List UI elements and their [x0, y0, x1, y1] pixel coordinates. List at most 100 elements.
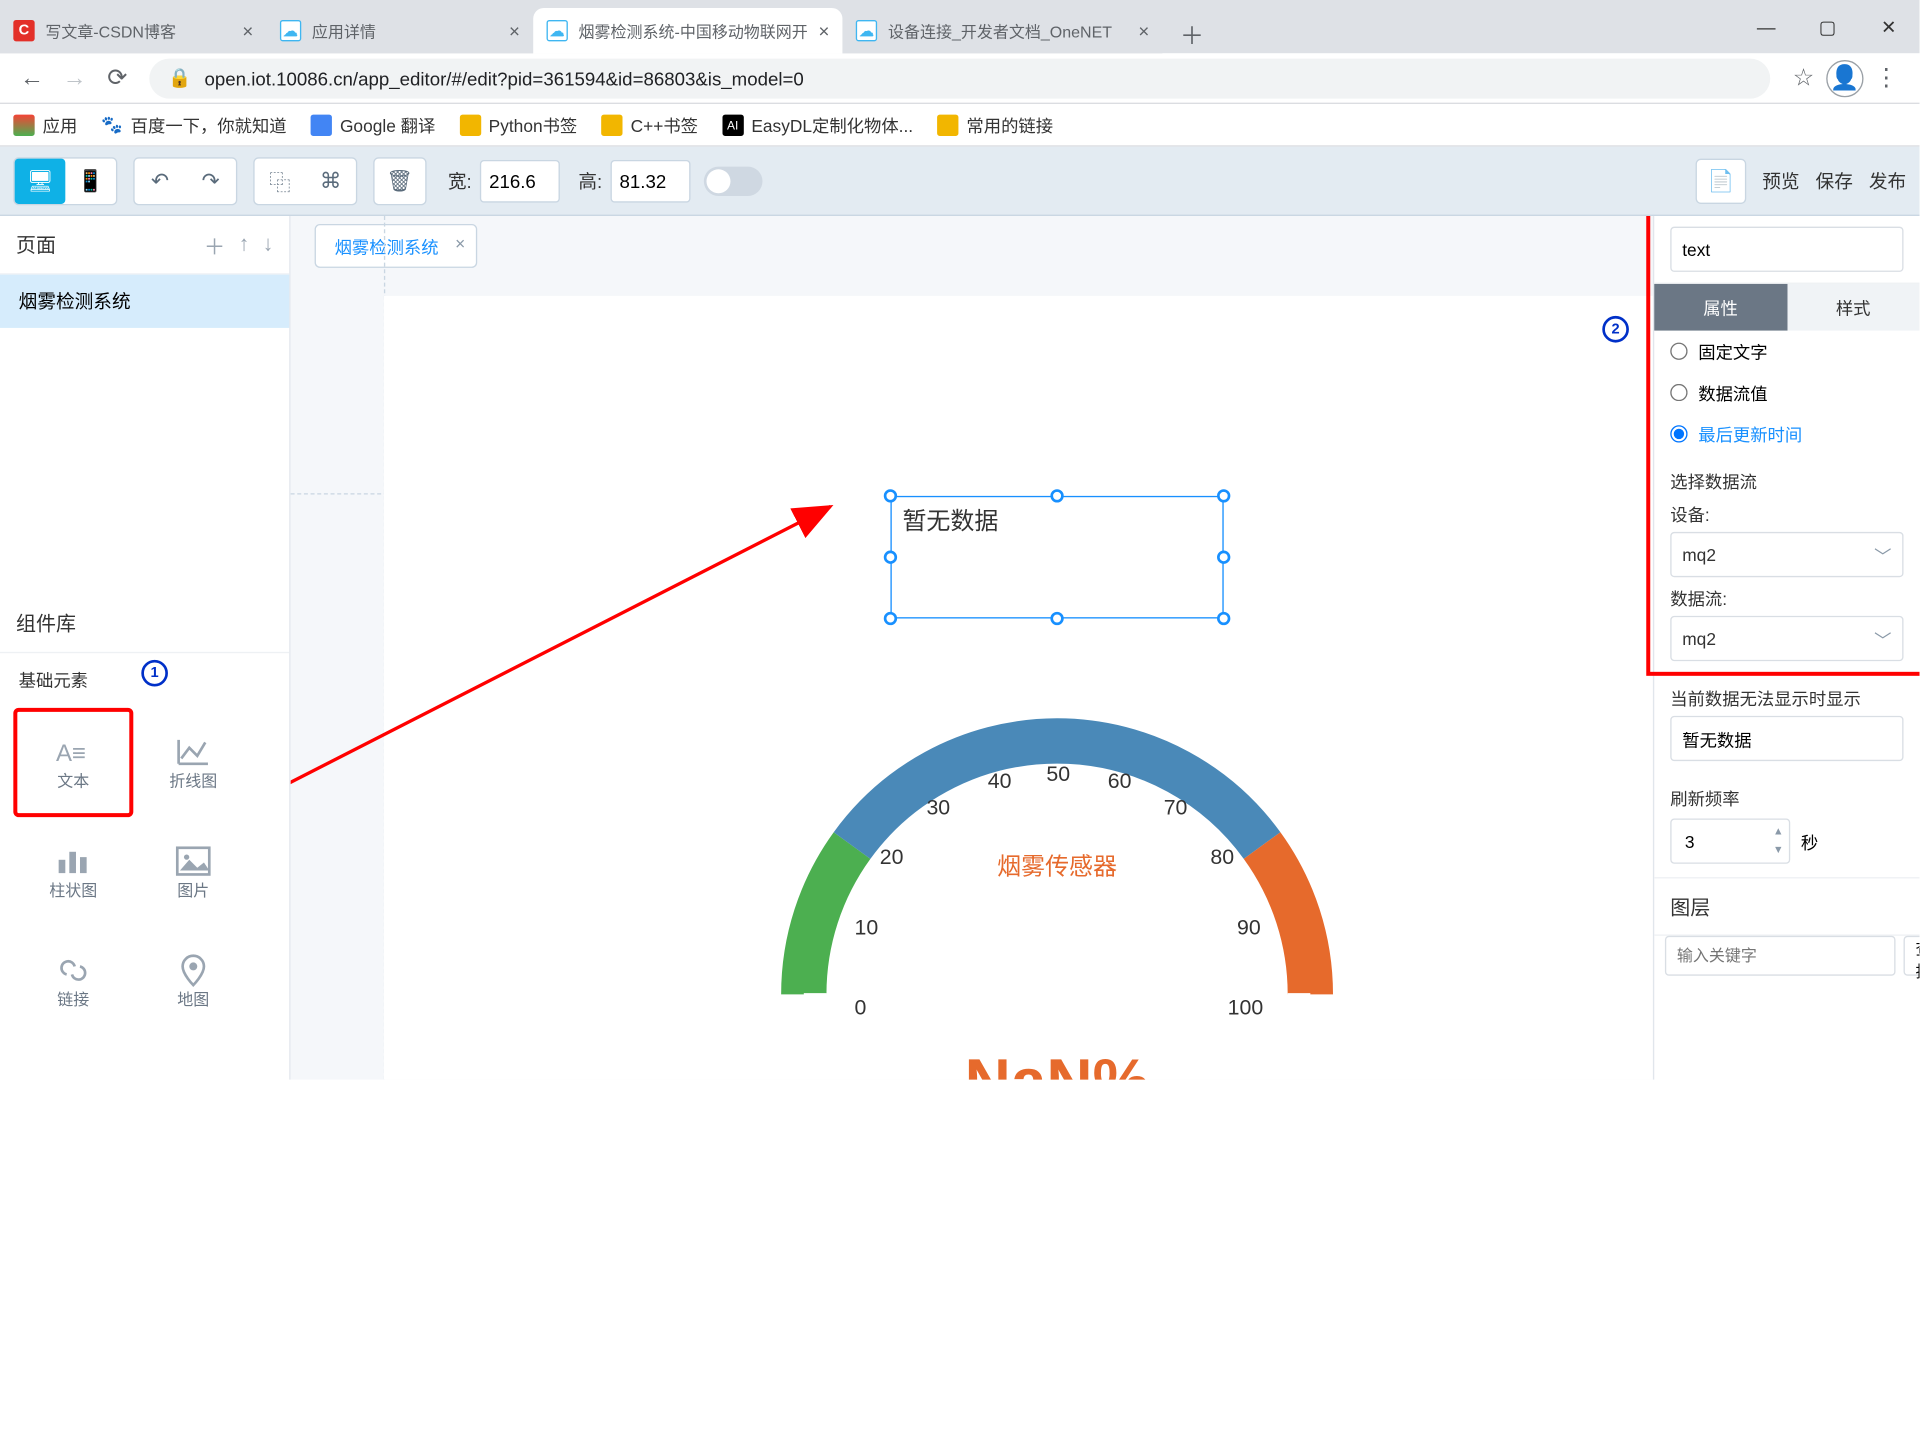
map-icon — [173, 952, 213, 987]
component-link[interactable]: 链接 — [13, 926, 133, 1035]
radio-stream-value[interactable]: 数据流值 — [1654, 372, 1919, 413]
step-down-icon[interactable]: ▼ — [1773, 841, 1784, 860]
minimize-button[interactable]: — — [1736, 0, 1797, 53]
close-icon[interactable]: × — [455, 233, 465, 253]
chevron-down-icon: ﹀ — [1874, 542, 1891, 567]
url-field[interactable]: 🔒 open.iot.10086.cn/app_editor/#/edit?pi… — [149, 58, 1770, 98]
reload-button[interactable]: ⟳ — [96, 59, 139, 96]
forward-button[interactable]: → — [53, 59, 96, 96]
tab-csdn[interactable]: C 写文章-CSDN博客 × — [0, 8, 267, 53]
radio-label: 最后更新时间 — [1698, 421, 1802, 446]
gauge-svg: 0 10 20 30 40 50 60 70 80 90 100 — [770, 674, 1343, 1047]
resize-handle[interactable] — [1217, 489, 1230, 502]
close-icon[interactable]: × — [242, 20, 253, 41]
bookmark-python[interactable]: Python书签 — [459, 112, 577, 137]
tab-onenet-docs[interactable]: ☁ 设备连接_开发者文档_OneNET × — [843, 8, 1163, 53]
layer-search-button[interactable]: 查找 — [1904, 936, 1920, 976]
maximize-button[interactable]: ▢ — [1797, 0, 1858, 53]
bookmark-cpp[interactable]: C++书签 — [601, 112, 698, 137]
bm-label: EasyDL定制化物体... — [751, 112, 913, 137]
component-image[interactable]: 图片 — [133, 817, 253, 926]
resize-handle[interactable] — [1050, 612, 1063, 625]
new-tab-button[interactable]: ＋ — [1173, 16, 1210, 53]
close-icon[interactable]: × — [509, 20, 520, 41]
back-button[interactable]: ← — [11, 59, 54, 96]
editor-toolbar: 🖥 📱 ↶ ↷ ⿻ ⌘ 🗑 宽: 高: 📄 预览 保存 — [0, 147, 1920, 216]
profile-button[interactable]: 👤 — [1826, 59, 1863, 96]
bar-chart-icon — [53, 843, 93, 878]
nodata-label: 当前数据无法显示时显示 — [1670, 685, 1903, 710]
selected-text-element[interactable]: 暂无数据 — [890, 496, 1223, 619]
component-text[interactable]: A≡ 文本 — [13, 708, 133, 817]
delete-button[interactable]: 🗑 — [375, 158, 426, 203]
height-input[interactable] — [610, 159, 690, 202]
resize-handle[interactable] — [1050, 489, 1063, 502]
step-up-icon[interactable]: ▲ — [1773, 822, 1784, 841]
bookmark-baidu[interactable]: 🐾百度一下，你就知道 — [101, 112, 286, 137]
component-map[interactable]: 地图 — [133, 926, 253, 1035]
copy-button[interactable]: ⿻ — [255, 158, 306, 203]
radio-label: 数据流值 — [1698, 380, 1767, 405]
bookmark-gtranslate[interactable]: Google 翻译 — [311, 112, 436, 137]
mobile-view-button[interactable]: 📱 — [65, 158, 116, 203]
annotation-badge-2: 2 — [1602, 316, 1629, 343]
resize-handle[interactable] — [884, 612, 897, 625]
menu-button[interactable]: ⋮ — [1864, 59, 1909, 96]
layer-search-input[interactable] — [1665, 936, 1896, 976]
text-icon: A≡ — [53, 734, 93, 769]
browser-tabstrip: C 写文章-CSDN博客 × ☁ 应用详情 × ☁ 烟雾检测系统-中国移动物联网… — [0, 0, 1920, 53]
canvas[interactable]: 暂无数据 — [384, 296, 1653, 1080]
unit-label: 秒 — [1801, 828, 1818, 853]
width-input[interactable] — [480, 159, 560, 202]
bm-label: C++书签 — [631, 112, 698, 137]
preview-button[interactable]: 预览 — [1762, 167, 1799, 194]
tab-attributes[interactable]: 属性 — [1654, 284, 1787, 331]
group-button[interactable]: ⌘ — [305, 158, 356, 203]
svg-text:50: 50 — [1046, 762, 1070, 786]
device-select[interactable]: mq2﹀ — [1670, 532, 1903, 577]
document-icon[interactable]: 📄 — [1696, 158, 1747, 203]
comp-label: 折线图 — [169, 768, 217, 791]
tab-app-detail[interactable]: ☁ 应用详情 × — [267, 8, 534, 53]
tab-smoke-editor[interactable]: ☁ 烟雾检测系统-中国移动物联网开 × — [533, 8, 843, 53]
page-item-smoke[interactable]: 烟雾检测系统 — [0, 275, 289, 328]
redo-button[interactable]: ↷ — [185, 158, 236, 203]
component-bar-chart[interactable]: 柱状图 — [13, 817, 133, 926]
resize-handle[interactable] — [1217, 551, 1230, 564]
canvas-page-tab[interactable]: 烟雾检测系统 × — [315, 224, 478, 268]
add-page-icon[interactable]: ＋ — [204, 229, 225, 261]
close-icon[interactable]: × — [818, 20, 829, 41]
close-window-button[interactable]: ✕ — [1858, 0, 1919, 53]
publish-button[interactable]: 发布 — [1869, 167, 1906, 194]
bookmark-links[interactable]: 常用的链接 — [937, 112, 1053, 137]
apps-button[interactable]: 应用 — [13, 112, 77, 137]
canvas-area[interactable]: 烟雾检测系统 × 暂无数据 — [291, 216, 1653, 1080]
move-down-icon[interactable]: ↓ — [263, 233, 274, 257]
resize-handle[interactable] — [884, 551, 897, 564]
svg-text:80: 80 — [1210, 845, 1234, 869]
datastream-select[interactable]: mq2﹀ — [1670, 616, 1903, 661]
close-icon[interactable]: × — [1138, 20, 1149, 41]
component-line-chart[interactable]: 折线图 — [133, 708, 253, 817]
move-up-icon[interactable]: ↑ — [239, 233, 250, 257]
refresh-number-input[interactable]: 3 ▲▼ — [1670, 818, 1790, 863]
svg-text:0: 0 — [854, 995, 866, 1019]
bookmarks-bar: 应用 🐾百度一下，你就知道 Google 翻译 Python书签 C++书签 A… — [0, 104, 1920, 147]
bookmark-easydl[interactable]: AIEasyDL定制化物体... — [722, 112, 913, 137]
device-label: 设备: — [1670, 501, 1903, 526]
radio-fixed-text[interactable]: 固定文字 — [1654, 331, 1919, 372]
star-button[interactable]: ☆ — [1781, 59, 1826, 96]
cloud-icon: ☁ — [547, 20, 568, 41]
radio-last-update[interactable]: 最后更新时间 — [1654, 413, 1919, 454]
element-name-input[interactable] — [1670, 227, 1903, 272]
resize-handle[interactable] — [1217, 612, 1230, 625]
save-button[interactable]: 保存 — [1816, 167, 1853, 194]
tab-style[interactable]: 样式 — [1787, 284, 1920, 331]
grid-toggle[interactable] — [704, 166, 763, 195]
desktop-view-button[interactable]: 🖥 — [15, 158, 66, 203]
nodata-input[interactable] — [1670, 716, 1903, 761]
gauge-widget[interactable]: 0 10 20 30 40 50 60 70 80 90 100 — [770, 674, 1343, 1079]
resize-handle[interactable] — [884, 489, 897, 502]
undo-button[interactable]: ↶ — [135, 158, 186, 203]
comp-label: 地图 — [177, 987, 209, 1010]
